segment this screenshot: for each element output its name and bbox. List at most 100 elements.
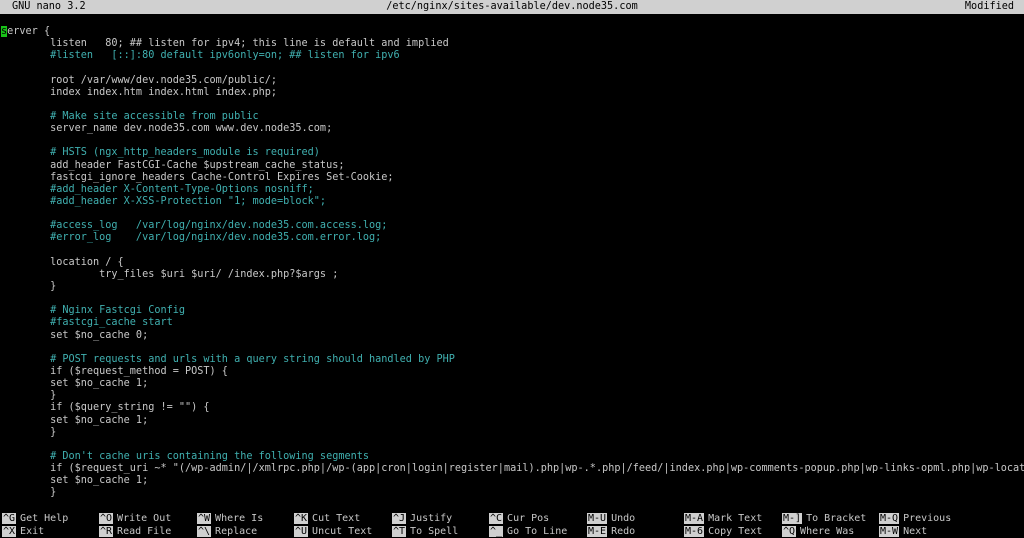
editor-line[interactable]: # Nginx Fastcgi Config xyxy=(1,305,1024,317)
editor-line[interactable]: } xyxy=(1,390,1024,402)
editor-line[interactable] xyxy=(1,439,1024,451)
title-bar: GNU nano 3.2 /etc/nginx/sites-available/… xyxy=(0,0,1024,14)
editor-line[interactable]: add_header FastCGI-Cache $upstream_cache… xyxy=(1,160,1024,172)
editor-line[interactable]: server { xyxy=(1,26,1024,38)
shortcut-to-spell[interactable]: ^T To Spell xyxy=(392,526,458,538)
shortcut-justify[interactable]: ^J Justify xyxy=(392,513,452,525)
shortcut-label: Cut Text xyxy=(312,513,361,524)
editor-line[interactable] xyxy=(1,135,1024,147)
shortcut-key: ^J xyxy=(392,513,407,524)
shortcut-label: Exit xyxy=(20,526,45,537)
editor-line[interactable] xyxy=(1,62,1024,74)
editor-line[interactable]: # HSTS (ngx_http_headers_module is requi… xyxy=(1,147,1024,159)
editor-line[interactable] xyxy=(1,245,1024,257)
editor-line[interactable]: try_files $uri $uri/ /index.php?$args ; xyxy=(1,269,1024,281)
shortcut-label: Replace xyxy=(215,526,258,537)
shortcut-label: Redo xyxy=(611,526,636,537)
editor-line[interactable]: set $no_cache 1; xyxy=(1,378,1024,390)
editor-line[interactable]: #add_header X-Content-Type-Options nosni… xyxy=(1,184,1024,196)
shortcut-label: To Bracket xyxy=(806,513,867,524)
editor-line[interactable]: #add_header X-XSS-Protection "1; mode=bl… xyxy=(1,196,1024,208)
editor-line[interactable] xyxy=(1,99,1024,111)
editor-line[interactable]: fastcgi_ignore_headers Cache-Control Exp… xyxy=(1,172,1024,184)
shortcut-label: Where Is xyxy=(215,513,264,524)
shortcut-to-bracket[interactable]: M-] To Bracket xyxy=(782,513,866,525)
editor-line[interactable]: #listen [::]:80 default ipv6only=on; ## … xyxy=(1,50,1024,62)
shortcut-key: M-Q xyxy=(879,513,900,524)
shortcut-cut-text[interactable]: ^K Cut Text xyxy=(294,513,360,525)
shortcut-key: ^Q xyxy=(782,526,797,537)
editor-line[interactable]: # Don't cache uris containing the follow… xyxy=(1,451,1024,463)
shortcut-write-out[interactable]: ^O Write Out xyxy=(99,513,171,525)
shortcut-key: ^U xyxy=(294,526,309,537)
shortcut-uncut-text[interactable]: ^U Uncut Text xyxy=(294,526,372,538)
shortcut-where-is[interactable]: ^W Where Is xyxy=(197,513,263,525)
shortcut-label: Copy Text xyxy=(708,526,763,537)
shortcut-bar: ^G Get Help ^O Write Out ^W Where Is ^K Cut Tex… xyxy=(0,513,1024,538)
shortcut-label: Mark Text xyxy=(708,513,763,524)
shortcut-next[interactable]: M-W Next xyxy=(879,526,927,538)
editor-line[interactable]: if ($request_method = POST) { xyxy=(1,366,1024,378)
shortcut-key: ^_ xyxy=(489,526,504,537)
editor-line[interactable]: } xyxy=(1,281,1024,293)
shortcut-key: ^C xyxy=(489,513,504,524)
shortcut-key: ^W xyxy=(197,513,212,524)
editor-line[interactable]: } xyxy=(1,487,1024,499)
line-text: erver { xyxy=(7,26,51,37)
editor-line[interactable]: server_name dev.node35.com www.dev.node3… xyxy=(1,123,1024,135)
shortcut-copy-text[interactable]: M-6 Copy Text xyxy=(684,526,762,538)
shortcut-label: Cur Pos xyxy=(507,513,550,524)
shortcut-key: ^G xyxy=(2,513,17,524)
editor-line[interactable]: } xyxy=(1,427,1024,439)
modified-status: Modified xyxy=(964,1,1014,12)
shortcut-key: M-E xyxy=(587,526,608,537)
shortcut-label: Read File xyxy=(117,526,172,537)
shortcut-mark-text[interactable]: M-A Mark Text xyxy=(684,513,762,525)
editor-line[interactable]: listen 80; ## listen for ipv4; this line… xyxy=(1,38,1024,50)
editor-line[interactable] xyxy=(1,293,1024,305)
shortcut-go-to-line[interactable]: ^_ Go To Line xyxy=(489,526,567,538)
shortcut-get-help[interactable]: ^G Get Help xyxy=(2,513,68,525)
shortcut-previous[interactable]: M-Q Previous xyxy=(879,513,951,525)
editor-line[interactable]: # Make site accessible from public xyxy=(1,111,1024,123)
editor-line[interactable]: #access_log /var/log/nginx/dev.node35.co… xyxy=(1,220,1024,232)
editor-line[interactable]: if ($request_uri ~* "(/wp-admin/|/xmlrpc… xyxy=(1,463,1024,475)
shortcut-exit[interactable]: ^X Exit xyxy=(2,526,44,538)
shortcut-undo[interactable]: M-U Undo xyxy=(587,513,635,525)
shortcut-key: ^\ xyxy=(197,526,212,537)
shortcut-key: M-] xyxy=(782,513,803,524)
shortcut-label: Next xyxy=(903,526,928,537)
shortcut-read-file[interactable]: ^R Read File xyxy=(99,526,171,538)
shortcut-key: M-6 xyxy=(684,526,705,537)
shortcut-key: M-W xyxy=(879,526,900,537)
editor-line[interactable] xyxy=(1,342,1024,354)
shortcut-where-was[interactable]: ^Q Where Was xyxy=(782,526,854,538)
shortcut-label: Where Was xyxy=(800,526,855,537)
editor-line[interactable]: set $no_cache 1; xyxy=(1,475,1024,487)
shortcut-key: M-A xyxy=(684,513,705,524)
editor-line[interactable]: index index.htm index.html index.php; xyxy=(1,87,1024,99)
editor-text-area[interactable]: server { listen 80; ## listen for ipv4; … xyxy=(1,26,1024,502)
file-path: /etc/nginx/sites-available/dev.node35.co… xyxy=(386,1,638,12)
shortcut-replace[interactable]: ^\ Replace xyxy=(197,526,257,538)
editor-line[interactable]: location / { xyxy=(1,257,1024,269)
shortcut-label: Previous xyxy=(903,513,952,524)
editor-line[interactable]: # POST requests and urls with a query st… xyxy=(1,354,1024,366)
shortcut-label: Get Help xyxy=(20,513,69,524)
editor-line[interactable]: if ($query_string != "") { xyxy=(1,402,1024,414)
shortcut-key: ^X xyxy=(2,526,17,537)
shortcut-key: ^R xyxy=(99,526,114,537)
shortcut-key: M-U xyxy=(587,513,608,524)
editor-line[interactable]: #error_log /var/log/nginx/dev.node35.com… xyxy=(1,232,1024,244)
editor-line[interactable]: #fastcgi_cache start xyxy=(1,317,1024,329)
editor-line[interactable]: set $no_cache 0; xyxy=(1,330,1024,342)
shortcut-label: Write Out xyxy=(117,513,172,524)
shortcut-cur-pos[interactable]: ^C Cur Pos xyxy=(489,513,549,525)
shortcut-label: Go To Line xyxy=(507,526,568,537)
shortcut-key: ^T xyxy=(392,526,407,537)
editor-line[interactable]: root /var/www/dev.node35.com/public/; xyxy=(1,75,1024,87)
shortcut-key: ^O xyxy=(99,513,114,524)
editor-line[interactable] xyxy=(1,208,1024,220)
editor-line[interactable]: set $no_cache 1; xyxy=(1,415,1024,427)
shortcut-redo[interactable]: M-E Redo xyxy=(587,526,635,538)
